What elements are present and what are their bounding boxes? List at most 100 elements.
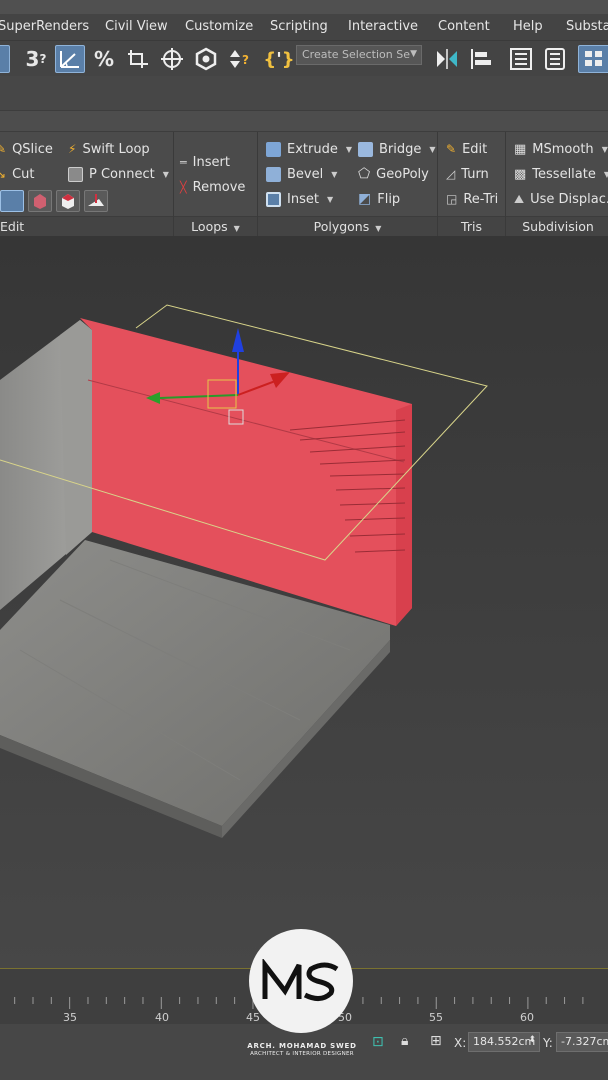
swift-loop-button[interactable]: ⚡ Swift Loop (68, 139, 150, 159)
bridge-button[interactable]: Bridge ▼ (358, 139, 436, 159)
x-coord-field[interactable]: 184.552cm ⬍ (468, 1032, 540, 1052)
retri-button[interactable]: ◲ Re-Tri (446, 189, 498, 209)
isolate-selection-icon[interactable]: ⊡ (372, 1034, 384, 1050)
x-coord-value: 184.552cm (473, 1035, 536, 1048)
toolbar-spacer (0, 76, 608, 110)
tris-panel-footer[interactable]: Tris (438, 216, 505, 236)
scene-explorer-icon[interactable] (507, 45, 535, 73)
loops-panel-title: Loops (191, 219, 228, 234)
menu-interactive[interactable]: Interactive (348, 19, 418, 34)
inset-icon (266, 191, 281, 207)
chevron-down-icon: ▼ (331, 169, 338, 179)
use-displace-label: Use Displac... (530, 191, 608, 207)
tessellate-icon: ▩ (514, 166, 527, 182)
flip-label: Flip (377, 191, 401, 207)
extrude-icon (266, 141, 281, 157)
cut-button[interactable]: ↘ Cut (0, 164, 34, 184)
menu-bar: SuperRenders Civil View Customize Script… (0, 14, 608, 40)
lock-icon[interactable]: 🔒︎ (401, 1033, 408, 1049)
flip-button[interactable]: ◩ Flip (358, 189, 400, 209)
spinner-snap-icon[interactable] (124, 45, 152, 73)
menu-substance[interactable]: Substar (566, 19, 608, 34)
modeling-ribbon: ✎ QSlice ⚡ Swift Loop ↘ Cut P Connect ▼ E… (0, 132, 608, 236)
polygons-panel: Extrude ▼ Bridge ▼ Bevel ▼ ⬠ GeoPoly Inset ▼… (258, 132, 438, 236)
menu-customize[interactable]: Customize (185, 19, 253, 34)
menu-superrenders[interactable]: SuperRenders (0, 19, 89, 34)
geopoly-button[interactable]: ⬠ GeoPoly (358, 164, 429, 184)
swift-loop-icon: ⚡ (68, 142, 77, 156)
geopoly-icon: ⬠ (358, 166, 371, 182)
msmooth-button[interactable]: ▦ MSmooth ▼ (514, 139, 608, 159)
perspective-viewport[interactable] (0, 236, 608, 968)
select-object-icon[interactable] (0, 45, 10, 73)
menu-help[interactable]: Help (513, 19, 543, 34)
align-icon[interactable] (466, 45, 496, 73)
polygons-panel-footer[interactable]: Polygons ▼ (258, 216, 437, 236)
selected-wall-end-face (396, 404, 412, 626)
named-selection-dropdown[interactable]: Create Selection Se ▼ (296, 45, 422, 65)
p-connect-button[interactable]: P Connect ▼ (68, 164, 169, 184)
extrude-button[interactable]: Extrude ▼ (266, 139, 352, 159)
frame-tick-label: 40 (155, 1011, 169, 1024)
edit-tool-icons (0, 190, 108, 212)
named-selection-icon[interactable]: {'} (263, 45, 294, 73)
percent-snap-icon[interactable]: % (90, 45, 118, 73)
logo-name: ARCH. MOHAMAD SWED (247, 1042, 357, 1050)
edit-tri-button[interactable]: ✎ Edit (446, 139, 487, 159)
swift-loop-label: Swift Loop (82, 141, 150, 157)
edit-panel: ✎ QSlice ⚡ Swift Loop ↘ Cut P Connect ▼ E… (0, 132, 174, 236)
edit-tri-label: Edit (462, 141, 488, 157)
loops-panel-footer[interactable]: Loops ▼ (174, 216, 257, 236)
insert-loop-button[interactable]: ═ Insert (180, 152, 230, 172)
constraint-normal-icon[interactable] (84, 190, 108, 212)
up-down-arrows-icon[interactable]: ? (226, 45, 254, 73)
mirror-icon[interactable] (432, 45, 462, 73)
polygons-panel-title: Polygons (313, 219, 370, 234)
bevel-button[interactable]: Bevel ▼ (266, 164, 337, 184)
tessellate-label: Tessellate (532, 166, 596, 182)
crosshair-icon[interactable] (158, 45, 186, 73)
use-displace-button[interactable]: ⛰ Use Displac... (514, 189, 608, 209)
insert-loop-label: Insert (192, 154, 230, 170)
y-coord-label: Y: (543, 1036, 553, 1050)
layer-explorer-icon[interactable] (541, 45, 569, 73)
constraint-none-icon[interactable] (0, 190, 24, 212)
edit-panel-footer[interactable]: Edit (0, 216, 173, 236)
bridge-icon (358, 141, 373, 157)
chevron-down-icon: ▼ (410, 49, 417, 59)
msmooth-icon: ▦ (514, 141, 527, 157)
ms-logo (249, 929, 353, 1033)
constraint-edge-icon[interactable] (28, 190, 52, 212)
y-coord-field[interactable]: -7.327cm (556, 1032, 608, 1052)
inset-label: Inset (287, 191, 319, 207)
viewport-scene (0, 236, 608, 968)
menu-civil-view[interactable]: Civil View (105, 19, 168, 34)
turn-button[interactable]: ◿ Turn (446, 164, 489, 184)
menu-scripting[interactable]: Scripting (270, 19, 328, 34)
retri-label: Re-Tri (463, 191, 499, 207)
svg-text:?: ? (242, 53, 249, 67)
inset-button[interactable]: Inset ▼ (266, 189, 333, 209)
ribbon-tab-strip (0, 110, 608, 132)
bridge-label: Bridge (379, 141, 422, 157)
named-selection-placeholder: Create Selection Se (302, 48, 410, 61)
absolute-mode-icon[interactable]: ⊞ (430, 1033, 442, 1049)
menu-content[interactable]: Content (438, 19, 490, 34)
subdivision-panel-footer[interactable]: Subdivision (506, 216, 608, 236)
constraint-face-icon[interactable] (56, 190, 80, 212)
snaps-toggle-icon[interactable]: 3? (22, 45, 50, 73)
tessellate-button[interactable]: ▩ Tessellate ▼ (514, 164, 608, 184)
qslice-button[interactable]: ✎ QSlice (0, 139, 53, 159)
chevron-down-icon: ▼ (233, 224, 240, 233)
angle-snap-icon[interactable] (55, 45, 85, 73)
chevron-down-icon: ▼ (375, 224, 382, 233)
hexagon-tool-icon[interactable] (192, 45, 220, 73)
logo-caption: ARCH. MOHAMAD SWED ARCHITECT & INTERIOR … (246, 1042, 358, 1057)
remove-loop-button[interactable]: ╳ Remove (180, 177, 245, 197)
cut-label: Cut (12, 166, 35, 182)
flip-icon: ◩ (358, 191, 372, 207)
ribbon-toggle-icon[interactable] (578, 45, 608, 73)
cut-icon: ↘ (0, 167, 7, 181)
p-connect-label: P Connect (89, 166, 155, 182)
edit-tri-icon: ✎ (446, 142, 457, 156)
